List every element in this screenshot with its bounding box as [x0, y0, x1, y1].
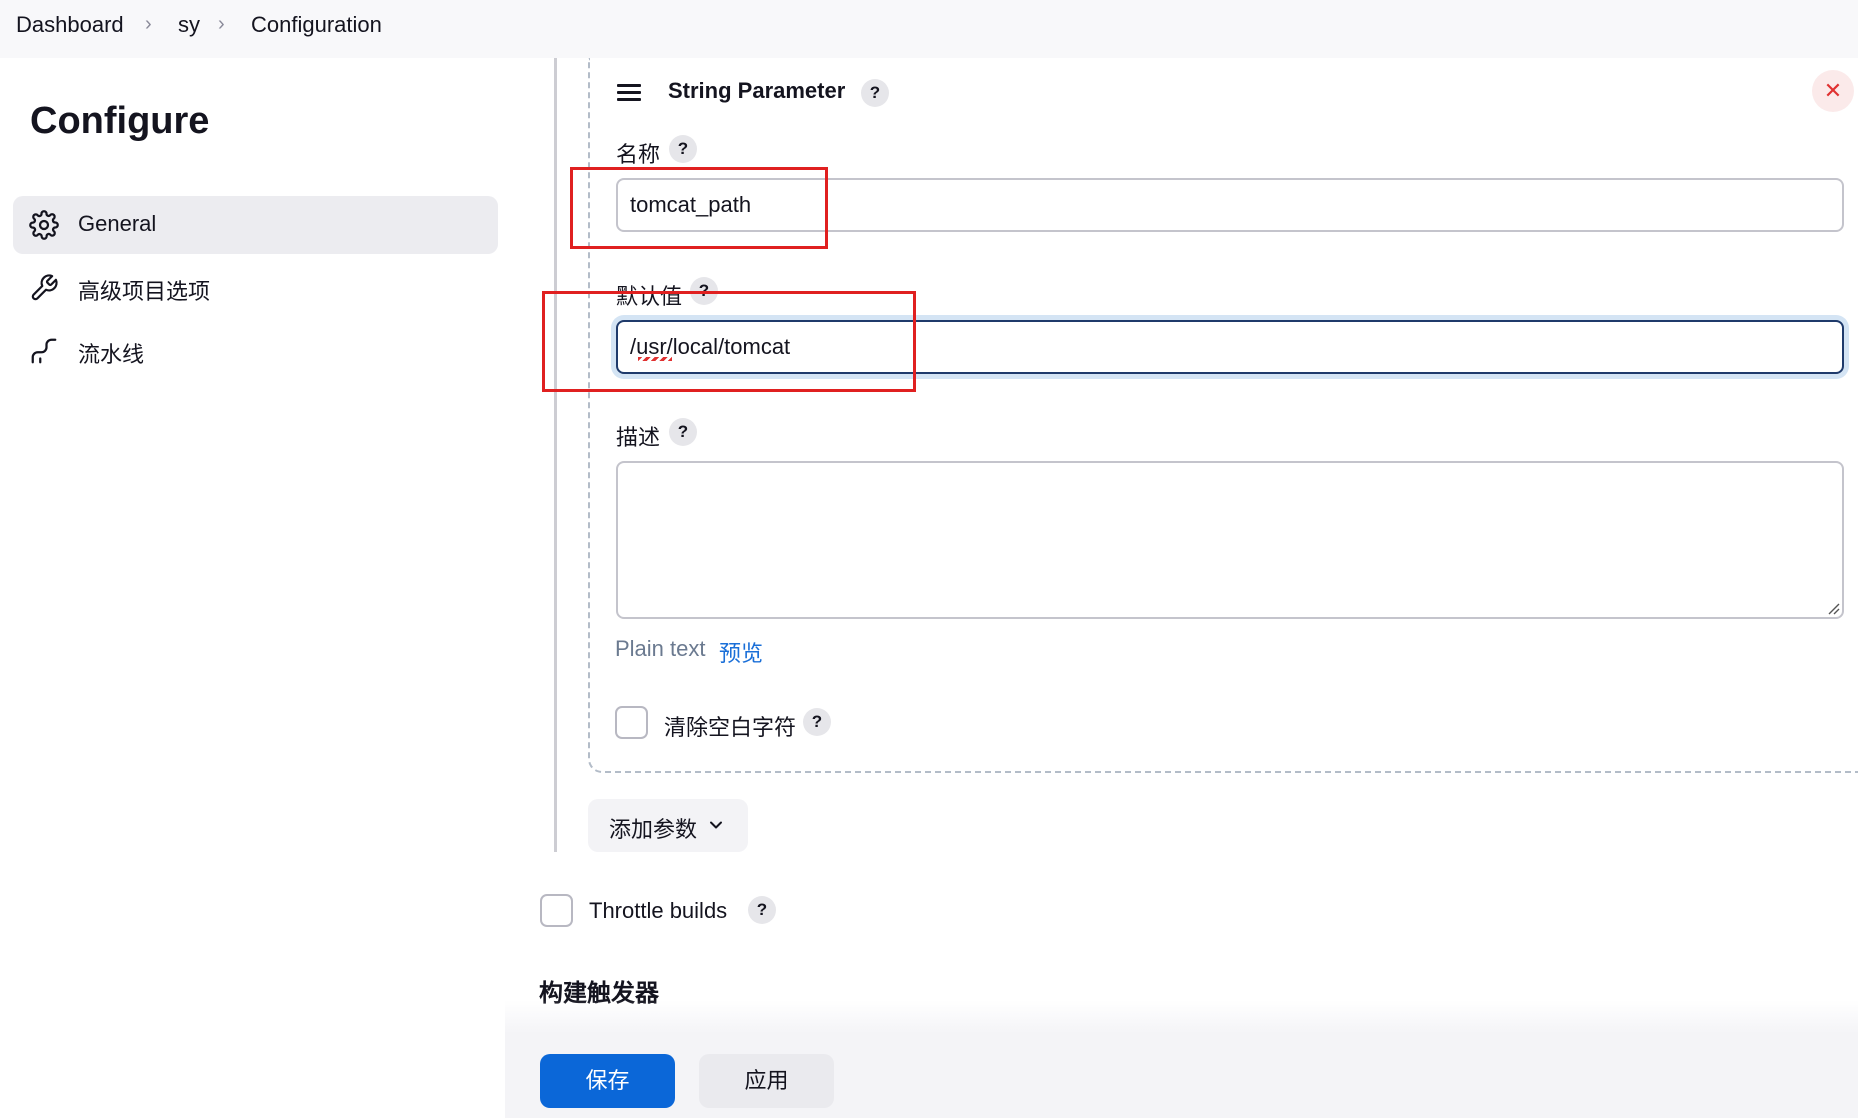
gear-icon	[29, 210, 59, 240]
description-textarea[interactable]	[616, 461, 1844, 619]
breadcrumb-job[interactable]: sy	[178, 12, 200, 38]
chevron-down-icon	[710, 821, 722, 829]
sidebar-item-advanced-options[interactable]: 高级项目选项	[13, 259, 498, 317]
close-icon[interactable]: ✕	[1812, 70, 1854, 112]
add-parameter-button[interactable]: 添加参数	[588, 799, 748, 852]
section-divider	[554, 58, 557, 852]
page-title: Configure	[30, 100, 210, 142]
resize-grip-icon[interactable]	[1826, 601, 1840, 615]
bottom-bar-fade	[505, 1000, 1858, 1034]
throttle-builds-label: Throttle builds	[589, 898, 728, 923]
breadcrumb-bar: Dashboard › sy › Configuration	[0, 0, 1858, 58]
save-button[interactable]: 保存	[540, 1054, 675, 1108]
drag-handle-icon[interactable]	[617, 84, 641, 104]
trim-checkbox[interactable]	[615, 706, 648, 739]
name-label: 名称	[616, 142, 661, 167]
add-parameter-label: 添加参数	[609, 817, 698, 842]
preview-link[interactable]: 预览	[719, 636, 763, 668]
sidebar-item-label: 流水线	[78, 342, 145, 367]
breadcrumb-configuration[interactable]: Configuration	[251, 12, 382, 38]
breadcrumb-separator-icon: ›	[145, 13, 152, 35]
description-label: 描述	[616, 425, 661, 450]
sidebar-item-label: General	[78, 211, 157, 236]
help-icon[interactable]: ?	[669, 418, 697, 446]
sidebar-item-pipeline[interactable]: 流水线	[13, 322, 498, 380]
pipeline-icon	[31, 338, 57, 364]
throttle-builds-checkbox[interactable]	[540, 894, 573, 927]
breadcrumb-dashboard[interactable]: Dashboard	[16, 12, 124, 38]
help-icon[interactable]: ?	[803, 708, 831, 736]
string-parameter-card	[588, 58, 1858, 773]
parameter-type-title: String Parameter	[668, 78, 846, 103]
annotation-highlight-box	[542, 291, 916, 392]
trim-label: 清除空白字符	[664, 715, 797, 740]
sidebar-item-general[interactable]: General	[13, 196, 498, 254]
format-label: Plain text	[615, 636, 706, 661]
apply-button[interactable]: 应用	[699, 1054, 834, 1108]
breadcrumb-separator-icon: ›	[218, 13, 225, 35]
help-icon[interactable]: ?	[748, 896, 776, 924]
annotation-highlight-box	[570, 167, 828, 249]
wrench-icon	[31, 274, 58, 301]
help-icon[interactable]: ?	[861, 79, 889, 107]
help-icon[interactable]: ?	[669, 135, 697, 163]
sidebar-item-label: 高级项目选项	[78, 279, 211, 304]
